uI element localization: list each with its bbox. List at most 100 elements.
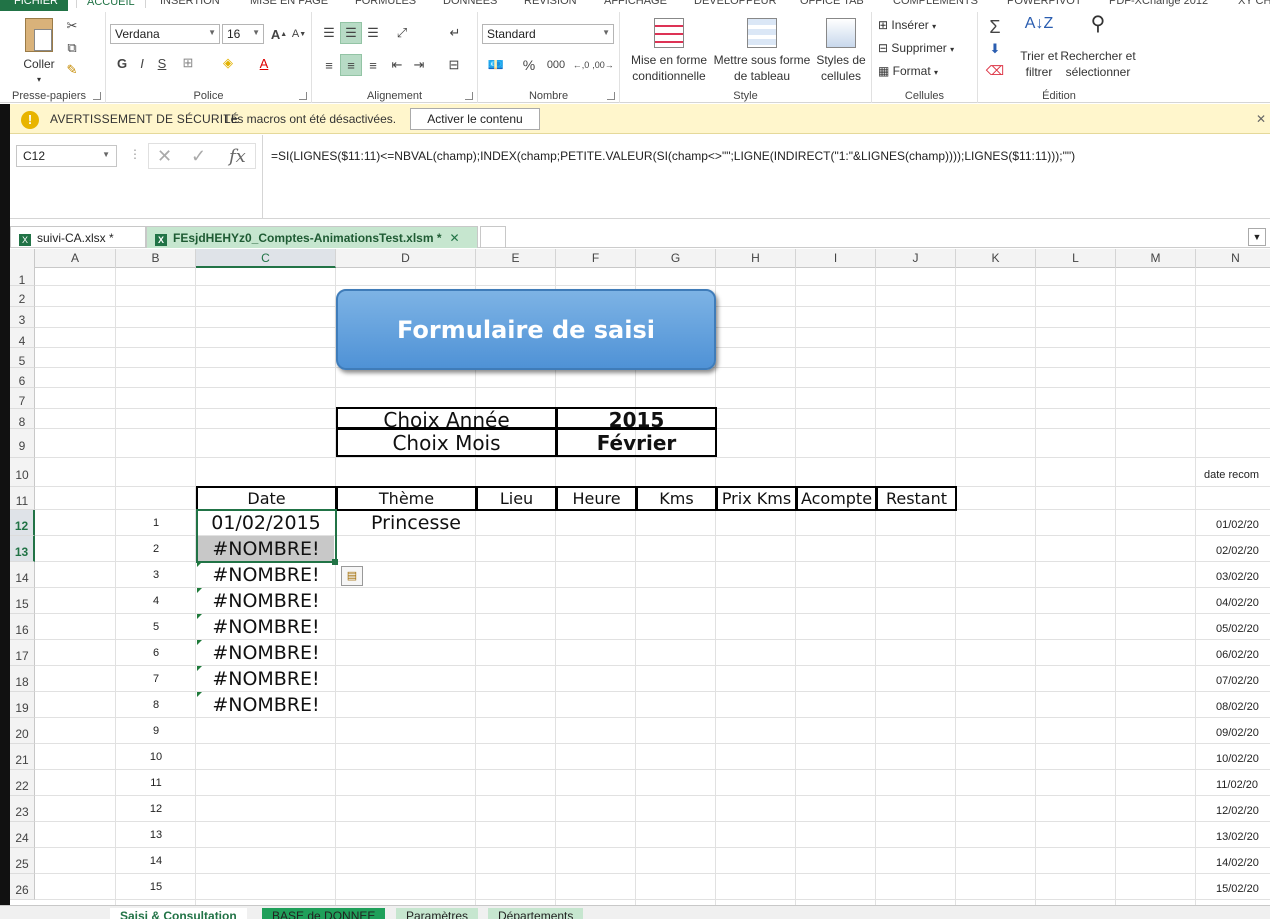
theme-cell[interactable]: Princesse xyxy=(346,510,486,536)
row-header-14[interactable]: 14 xyxy=(10,562,35,588)
sort-filter-button[interactable]: A↓Z Trier et filtrer xyxy=(1016,16,1062,80)
row-header-11[interactable]: 11 xyxy=(10,487,35,510)
cell-styles-button[interactable]: Styles de cellules xyxy=(812,18,870,84)
align-top-icon[interactable]: ☰ xyxy=(320,24,338,42)
date-cell[interactable]: #NOMBRE! xyxy=(198,640,334,666)
italic-button[interactable]: I xyxy=(134,54,150,72)
sheet-tab-3[interactable]: Départements xyxy=(488,908,584,919)
column-header-M[interactable]: M xyxy=(1116,249,1196,268)
row-header-4[interactable]: 4 xyxy=(10,328,35,348)
column-header-H[interactable]: H xyxy=(716,249,796,268)
increase-indent-icon[interactable]: ⇥ xyxy=(410,56,428,74)
row-header-21[interactable]: 21 xyxy=(10,744,35,770)
grow-font-icon[interactable]: A ▲ xyxy=(270,25,288,43)
close-icon[interactable]: ✕ xyxy=(450,231,460,245)
new-tab-button[interactable] xyxy=(480,226,506,248)
row-header-10[interactable]: 10 xyxy=(10,458,35,487)
row-header-19[interactable]: 19 xyxy=(10,692,35,718)
fill-handle[interactable] xyxy=(332,559,338,565)
ribbon-tab-10[interactable]: COMPLÉMENTS xyxy=(893,0,978,7)
number-launcher-icon[interactable] xyxy=(607,92,615,100)
ribbon-tab-13[interactable]: XY CH xyxy=(1238,0,1270,7)
format-as-table-button[interactable]: Mettre sous forme de tableau xyxy=(712,18,812,84)
cancel-icon[interactable]: ✕ xyxy=(157,146,172,167)
row-header-16[interactable]: 16 xyxy=(10,614,35,640)
column-header-E[interactable]: E xyxy=(476,249,556,268)
chevron-down-icon[interactable]: ▼ xyxy=(1248,228,1266,246)
worksheet-grid[interactable]: ABCDEFGHIJKLMN Formulaire de saisi Choix… xyxy=(10,249,1270,909)
form-button[interactable]: Formulaire de saisi xyxy=(336,289,716,370)
fill-color-icon[interactable]: ◈ xyxy=(220,54,236,72)
column-header-G[interactable]: G xyxy=(636,249,716,268)
date-cell[interactable]: #NOMBRE! xyxy=(198,562,334,588)
font-launcher-icon[interactable] xyxy=(299,92,307,100)
paste-button[interactable]: Coller ▾ xyxy=(14,18,64,88)
row-header-18[interactable]: 18 xyxy=(10,666,35,692)
row-header-22[interactable]: 22 xyxy=(10,770,35,796)
align-center-icon[interactable]: ≡ xyxy=(340,54,362,76)
date-cell[interactable]: #NOMBRE! xyxy=(198,692,334,718)
workbook-tab-suivi[interactable]: Xsuivi-CA.xlsx * xyxy=(10,226,146,248)
row-header-17[interactable]: 17 xyxy=(10,640,35,666)
row-header-3[interactable]: 3 xyxy=(10,307,35,328)
row-header-6[interactable]: 6 xyxy=(10,368,35,388)
row-header-8[interactable]: 8 xyxy=(10,409,35,429)
ribbon-tab-9[interactable]: OFFICE TAB xyxy=(800,0,864,7)
ribbon-tab-3[interactable]: MISE EN PAGE xyxy=(250,0,328,7)
ribbon-tab-7[interactable]: AFFICHAGE xyxy=(604,0,667,7)
wrap-text-icon[interactable]: ↵ xyxy=(446,24,464,42)
ribbon-tab-5[interactable]: DONNÉES xyxy=(443,0,497,7)
underline-button[interactable]: S xyxy=(154,54,170,72)
alignment-launcher-icon[interactable] xyxy=(465,92,473,100)
insert-function-icon[interactable]: fx xyxy=(229,146,246,167)
enable-content-button[interactable]: Activer le contenu xyxy=(410,108,540,130)
row-header-2[interactable]: 2 xyxy=(10,286,35,307)
font-size-combo[interactable]: 16 ▼ xyxy=(222,24,264,44)
autosum-icon[interactable]: Σ xyxy=(984,16,1006,38)
copy-icon[interactable]: ⧉ xyxy=(64,40,80,56)
thousands-button[interactable]: 000 xyxy=(542,56,570,74)
currency-icon[interactable]: 💶 xyxy=(484,56,508,74)
column-header-N[interactable]: N xyxy=(1196,249,1270,268)
row-header-13[interactable]: 13 xyxy=(10,536,35,562)
align-bottom-icon[interactable]: ☰ xyxy=(364,24,382,42)
date-cell[interactable]: #NOMBRE! xyxy=(198,614,334,640)
row-header-12[interactable]: 12 xyxy=(10,510,35,536)
column-header-A[interactable]: A xyxy=(35,249,116,268)
close-icon[interactable]: ✕ xyxy=(1256,112,1266,126)
choice-value-1[interactable]: Février xyxy=(556,427,717,457)
conditional-format-button[interactable]: Mise en forme conditionnelle xyxy=(624,18,714,84)
column-header-I[interactable]: I xyxy=(796,249,876,268)
sheet-tab-2[interactable]: Paramètres xyxy=(396,908,479,919)
cut-icon[interactable]: ✂ xyxy=(64,18,80,34)
column-header-D[interactable]: D xyxy=(336,249,476,268)
row-header-1[interactable]: 1 xyxy=(10,268,35,287)
row-header-15[interactable]: 15 xyxy=(10,588,35,614)
ribbon-tab-6[interactable]: RÉVISION xyxy=(524,0,577,7)
clear-icon[interactable]: ⌫ xyxy=(984,62,1006,80)
format-painter-icon[interactable]: ✎ xyxy=(64,62,80,78)
find-select-button[interactable]: ⚲ Rechercher et sélectionner xyxy=(1060,14,1136,80)
font-name-combo[interactable]: Verdana ▼ xyxy=(110,24,220,44)
row-header-24[interactable]: 24 xyxy=(10,822,35,848)
merge-center-icon[interactable]: ⊟ xyxy=(442,56,466,74)
decrease-indent-icon[interactable]: ⇤ xyxy=(388,56,406,74)
increase-decimal-icon[interactable]: ←,0 xyxy=(572,56,590,74)
row-header-25[interactable]: 25 xyxy=(10,848,35,874)
align-right-icon[interactable]: ≡ xyxy=(364,56,382,74)
formula-input[interactable]: =SI(LIGNES($11:11)<=NBVAL(champ);INDEX(c… xyxy=(262,135,1270,219)
row-header-5[interactable]: 5 xyxy=(10,348,35,368)
paste-options-icon[interactable]: ▤ xyxy=(341,566,363,586)
align-middle-icon[interactable]: ☰ xyxy=(340,22,362,44)
row-header-20[interactable]: 20 xyxy=(10,718,35,744)
insert-button[interactable]: ⊞ Insérer ▾ xyxy=(878,18,936,32)
align-left-icon[interactable]: ≡ xyxy=(320,56,338,74)
workbook-tab-comptes[interactable]: X FEsjdHEHYz0_Comptes-AnimationsTest.xlsm… xyxy=(146,226,478,248)
shrink-font-icon[interactable]: A ▼ xyxy=(290,25,308,43)
percent-button[interactable]: % xyxy=(520,56,538,74)
column-header-J[interactable]: J xyxy=(876,249,956,268)
row-header-9[interactable]: 9 xyxy=(10,429,35,458)
name-box[interactable]: C12 ▼ xyxy=(16,145,117,167)
enter-icon[interactable]: ✓ xyxy=(191,146,206,167)
select-all-corner[interactable] xyxy=(10,249,35,268)
